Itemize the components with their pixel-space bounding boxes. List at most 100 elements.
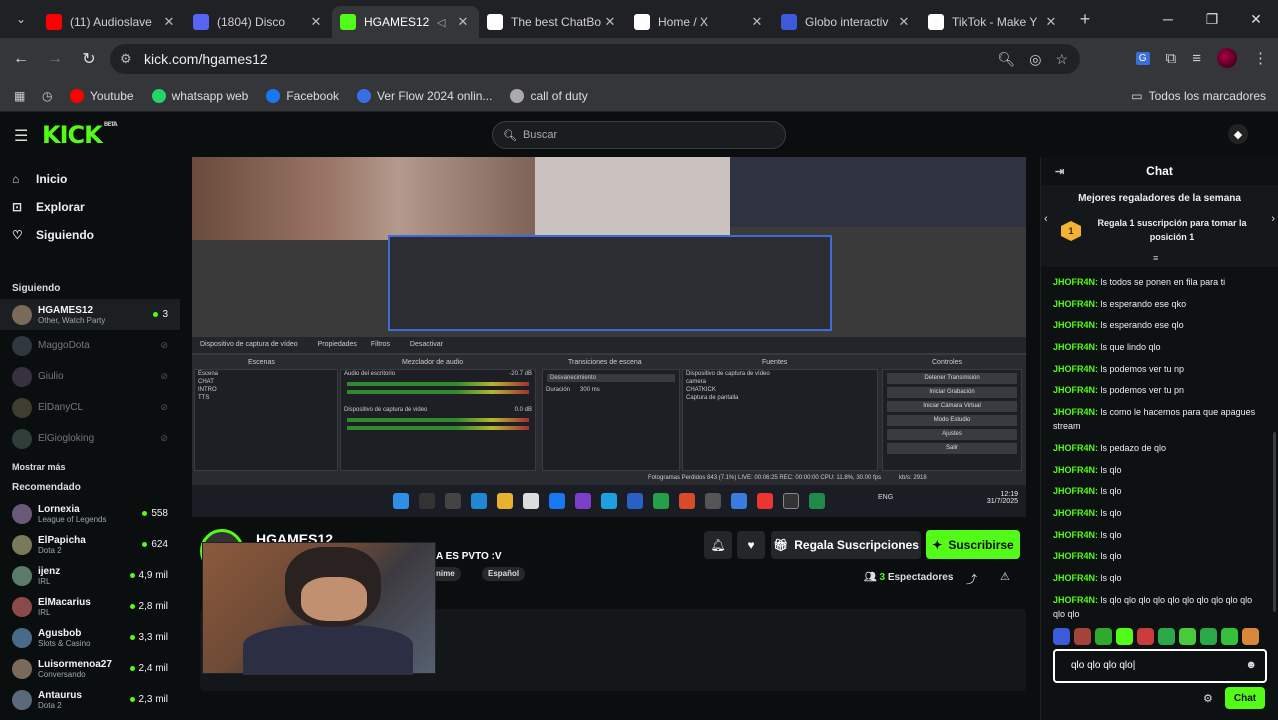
chat-username[interactable]: JHOFR4N <box>1053 364 1095 374</box>
tab-1[interactable]: (1804) Disco ✕ <box>185 6 332 38</box>
profile-avatar[interactable] <box>1217 48 1237 68</box>
gift-subs-button[interactable]: 🎁︎ Regala Suscripciones <box>771 531 921 559</box>
search-input[interactable]: 🔍︎ Buscar <box>492 121 786 149</box>
site-info-icon[interactable]: ⚙ <box>120 51 144 67</box>
send-chat-button[interactable]: Chat <box>1225 687 1265 709</box>
recommended-channel[interactable]: ElMacarius IRL 2,8 mil <box>0 591 180 622</box>
recommended-channel[interactable]: Agusbob Slots & Casino 3,3 mil <box>0 622 180 653</box>
chat-username[interactable]: JHOFR4N <box>1053 486 1095 496</box>
bookmark-item[interactable]: Facebook <box>266 88 339 103</box>
collapse-chat-icon[interactable]: ⇥ <box>1055 165 1064 178</box>
chat-username[interactable]: JHOFR4N <box>1053 385 1095 395</box>
chat-username[interactable]: JHOFR4N <box>1053 508 1095 518</box>
bookmark-item[interactable]: call of duty <box>510 88 588 103</box>
user-menu-icon[interactable]: ◆ <box>1228 124 1248 144</box>
chat-username[interactable]: JHOFR4N <box>1053 573 1095 583</box>
bookmark-item[interactable]: whatsapp web <box>151 88 248 103</box>
video-player[interactable]: Dispositivo de captura de vídeo Propieda… <box>192 157 1026 517</box>
tab-6[interactable]: TikTok - Make Y ✕ <box>920 6 1067 38</box>
recommended-channel[interactable]: Luisormenoa27 Conversando 2,4 mil <box>0 653 180 684</box>
tag-language[interactable]: Español <box>482 567 526 581</box>
emote-icon[interactable] <box>1221 628 1238 645</box>
nav-1[interactable]: ⊡ Explorar <box>0 193 180 221</box>
close-tab-icon[interactable]: ✕ <box>455 14 471 30</box>
emote-icon[interactable] <box>1200 628 1217 645</box>
emote-icon[interactable] <box>1179 628 1196 645</box>
tab-4[interactable]: Home / X ✕ <box>626 6 773 38</box>
restore-icon[interactable]: ❐ <box>1190 11 1234 28</box>
emote-icon[interactable] <box>1095 628 1112 645</box>
follow-button[interactable]: ♥ <box>737 531 765 559</box>
share-icon[interactable]: ⤴ <box>966 571 977 587</box>
nav-0[interactable]: ⌂ Inicio <box>0 165 180 193</box>
recommended-channel[interactable]: Antaurus Dota 2 2,3 mil <box>0 684 180 715</box>
kick-logo[interactable]: KICK BETA <box>42 121 118 149</box>
recommended-channel[interactable]: ijenz IRL 4,9 mil <box>0 560 180 591</box>
apps-icon[interactable]: ▦ <box>14 89 38 103</box>
zoom-icon[interactable]: 🔍︎ <box>997 51 1015 68</box>
chat-username[interactable]: JHOFR4N <box>1053 443 1095 453</box>
tab-2[interactable]: HGAMES12 ◁ ✕ <box>332 6 479 38</box>
close-tab-icon[interactable]: ✕ <box>602 14 618 30</box>
report-icon[interactable]: ⚠ <box>1000 570 1010 583</box>
close-tab-icon[interactable]: ✕ <box>749 14 765 30</box>
notification-bell-button[interactable]: 🔔︎ <box>704 531 732 559</box>
filter-icon[interactable]: ≡ <box>1153 253 1158 263</box>
chevron-left-icon[interactable]: ‹ <box>1044 213 1048 225</box>
close-tab-icon[interactable]: ✕ <box>1043 14 1059 30</box>
media-icon[interactable]: ≡ <box>1192 50 1201 67</box>
chat-username[interactable]: JHOFR4N <box>1053 407 1095 417</box>
minimize-icon[interactable]: ─ <box>1146 11 1190 28</box>
recommended-channel[interactable]: Lornexia League of Legends 558 <box>0 498 180 529</box>
following-channel[interactable]: ElDanyCL ⊘ <box>0 392 180 423</box>
subscribe-button[interactable]: ✦ Suscribirse <box>926 530 1020 559</box>
nav-2[interactable]: ♡ Siguiendo <box>0 221 180 249</box>
menu-icon[interactable]: ☰ <box>14 126 28 146</box>
following-channel[interactable]: MaggoDota ⊘ <box>0 330 180 361</box>
history-icon[interactable]: ◷ <box>42 89 64 103</box>
chat-input[interactable]: qlo qlo qlo qlo| ☻ <box>1053 649 1267 683</box>
tab-0[interactable]: (11) Audioslave ✕ <box>38 6 185 38</box>
chat-username[interactable]: JHOFR4N <box>1053 551 1095 561</box>
audio-icon[interactable]: ◁ <box>437 16 451 29</box>
back-icon[interactable]: ← <box>4 50 38 68</box>
browser-menu-icon[interactable]: ⋮ <box>1253 49 1268 67</box>
star-icon[interactable]: ☆ <box>1055 51 1068 68</box>
close-tab-icon[interactable]: ✕ <box>308 14 324 30</box>
chat-username[interactable]: JHOFR4N <box>1053 530 1095 540</box>
extensions-icon[interactable]: ⧉ <box>1166 50 1177 67</box>
chat-scrollbar[interactable] <box>1273 432 1276 612</box>
chat-username[interactable]: JHOFR4N <box>1053 342 1095 352</box>
emote-icon[interactable] <box>1137 628 1154 645</box>
bookmark-item[interactable]: Ver Flow 2024 onlin... <box>357 88 492 103</box>
chat-username[interactable]: JHOFR4N <box>1053 320 1095 330</box>
bookmark-item[interactable]: Youtube <box>70 88 134 103</box>
close-tab-icon[interactable]: ✕ <box>161 14 177 30</box>
chevron-right-icon[interactable]: › <box>1271 213 1275 225</box>
emote-icon[interactable] <box>1158 628 1175 645</box>
translate-icon[interactable]: G <box>1135 51 1150 65</box>
chat-settings-icon[interactable]: ⚙ <box>1203 692 1213 705</box>
all-bookmarks[interactable]: ▭ Todos los marcadores <box>1131 89 1266 103</box>
forward-icon[interactable]: → <box>38 50 72 68</box>
chat-username[interactable]: JHOFR4N <box>1053 299 1095 309</box>
tab-5[interactable]: Globo interactiv ✕ <box>773 6 920 38</box>
show-more-link[interactable]: Mostrar más <box>0 462 180 472</box>
chat-username[interactable]: JHOFR4N <box>1053 465 1095 475</box>
close-window-icon[interactable]: ✕ <box>1234 11 1278 28</box>
chat-username[interactable]: JHOFR4N <box>1053 595 1095 605</box>
emote-icon[interactable] <box>1053 628 1070 645</box>
close-tab-icon[interactable]: ✕ <box>896 14 912 30</box>
url-field[interactable]: ⚙ kick.com/hgames12 🔍︎ ◎ ☆ <box>110 44 1080 74</box>
reload-icon[interactable]: ↻ <box>72 49 106 69</box>
chat-username[interactable]: JHOFR4N <box>1053 277 1095 287</box>
tab-search-icon[interactable]: ⌄ <box>6 4 36 34</box>
emoji-icon[interactable]: ☻ <box>1245 659 1257 671</box>
emote-icon[interactable] <box>1074 628 1091 645</box>
emote-icon[interactable] <box>1242 628 1259 645</box>
following-channel[interactable]: ElGiogloking ⊘ <box>0 423 180 454</box>
new-tab-button[interactable]: + <box>1071 9 1099 30</box>
tab-3[interactable]: The best ChatBo ✕ <box>479 6 626 38</box>
hide-icon[interactable]: ◎ <box>1029 51 1041 68</box>
following-channel[interactable]: Giulio ⊘ <box>0 361 180 392</box>
